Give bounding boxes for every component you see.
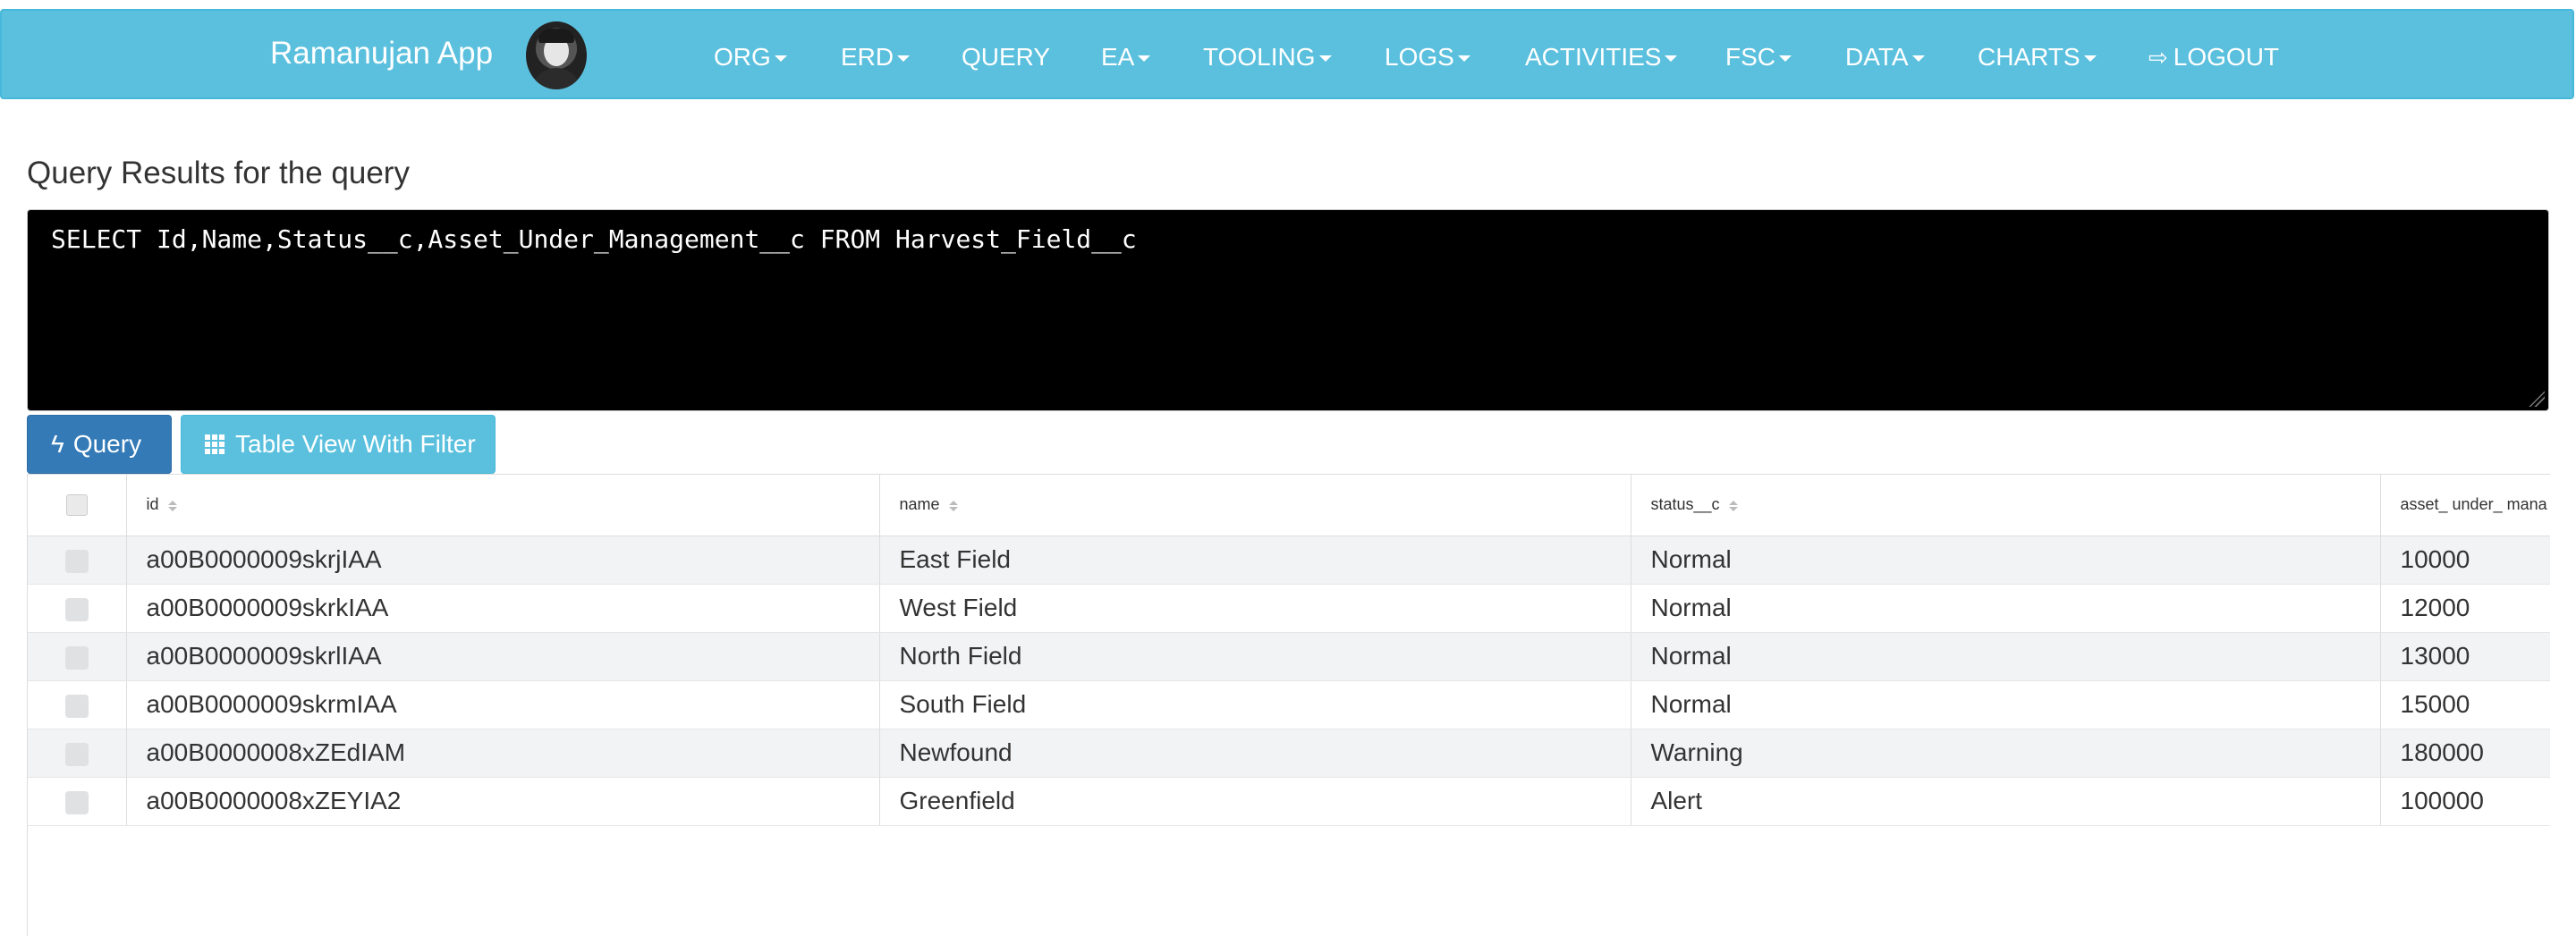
- cell-asset: 180000: [2380, 729, 2550, 778]
- cell-id: a00B0000009skrmIAA: [126, 680, 880, 729]
- cell-name: Newfound: [879, 729, 1631, 778]
- column-header-status[interactable]: status__c: [1631, 475, 2381, 536]
- caret-down-icon: [1457, 55, 1470, 63]
- cell-asset: 13000: [2380, 632, 2550, 681]
- caret-down-icon: [774, 55, 787, 63]
- nav-fsc[interactable]: FSC: [1725, 43, 1792, 72]
- logout-icon: ⇨: [2148, 44, 2168, 71]
- nav-erd[interactable]: ERD: [841, 43, 911, 72]
- cell-asset: 10000: [2380, 535, 2550, 585]
- column-header-asset-under-management[interactable]: asset_ under_ mana: [2380, 475, 2550, 536]
- nav-activities[interactable]: ACTIVITIES: [1525, 43, 1678, 72]
- cell-asset: 12000: [2380, 584, 2550, 633]
- cell-status: Normal: [1631, 535, 2381, 585]
- cell-id: a00B0000009skrkIAA: [126, 584, 880, 633]
- sort-icon: [1728, 500, 1738, 511]
- table-view-filter-button[interactable]: Table View With Filter: [181, 415, 496, 474]
- nav-tooling[interactable]: TOOLING: [1203, 43, 1332, 72]
- query-button[interactable]: ϟ Query: [27, 415, 172, 474]
- row-checkbox[interactable]: [64, 597, 89, 621]
- caret-down-icon: [1138, 55, 1151, 63]
- column-header-name[interactable]: name: [879, 475, 1631, 536]
- table-view-button-label: Table View With Filter: [235, 430, 476, 458]
- cell-asset: 15000: [2380, 680, 2550, 729]
- sort-icon: [167, 500, 177, 511]
- app-brand[interactable]: Ramanujan App: [270, 36, 493, 72]
- cell-name: Greenfield: [879, 777, 1631, 826]
- results-table-container[interactable]: id name status__c asset_ under_ mana a00…: [27, 474, 2550, 936]
- grid-icon: [205, 434, 225, 454]
- resize-handle[interactable]: [2529, 391, 2545, 407]
- query-button-label: Query: [72, 430, 142, 458]
- table-row[interactable]: a00B0000009skrmIAA South Field Normal 15…: [28, 680, 2550, 729]
- caret-down-icon: [1665, 55, 1678, 63]
- cell-id: a00B0000009skrlIAA: [126, 632, 880, 681]
- query-text[interactable]: SELECT Id,Name,Status__c,Asset_Under_Man…: [51, 224, 1137, 254]
- table-row[interactable]: a00B0000008xZEdIAM Newfound Warning 1800…: [28, 729, 2550, 778]
- table-row[interactable]: a00B0000009skrlIAA North Field Normal 13…: [28, 632, 2550, 681]
- sort-icon: [948, 500, 958, 511]
- row-checkbox[interactable]: [64, 645, 89, 670]
- nav-charts[interactable]: CHARTS: [1978, 43, 2097, 72]
- cell-id: a00B0000008xZEYIA2: [126, 777, 880, 826]
- row-checkbox[interactable]: [64, 742, 89, 766]
- select-all-cell: [28, 475, 127, 536]
- nav-ea[interactable]: EA: [1101, 43, 1151, 72]
- page-title: Query Results for the query: [27, 156, 410, 190]
- cell-status: Normal: [1631, 584, 2381, 633]
- table-header-row: id name status__c asset_ under_ mana: [28, 475, 2550, 536]
- cell-status: Normal: [1631, 632, 2381, 681]
- query-editor[interactable]: SELECT Id,Name,Status__c,Asset_Under_Man…: [27, 209, 2549, 411]
- cell-asset: 100000: [2380, 777, 2550, 826]
- table-row[interactable]: a00B0000009skrjIAA East Field Normal 100…: [28, 535, 2550, 585]
- column-header-id[interactable]: id: [126, 475, 880, 536]
- top-navbar: Ramanujan App ORG ERD QUERY EA TOOLING L…: [0, 9, 2574, 99]
- cell-name: East Field: [879, 535, 1631, 585]
- row-checkbox[interactable]: [64, 694, 89, 718]
- nav-query[interactable]: QUERY: [962, 43, 1050, 72]
- caret-down-icon: [1779, 55, 1792, 63]
- row-checkbox[interactable]: [64, 549, 89, 573]
- cell-id: a00B0000009skrjIAA: [126, 535, 880, 585]
- select-all-checkbox[interactable]: [65, 493, 88, 516]
- table-row[interactable]: a00B0000008xZEYIA2 Greenfield Alert 1000…: [28, 777, 2550, 826]
- cell-name: West Field: [879, 584, 1631, 633]
- nav-logout[interactable]: ⇨ LOGOUT: [2148, 43, 2279, 72]
- caret-down-icon: [2083, 55, 2097, 63]
- cell-status: Warning: [1631, 729, 2381, 778]
- nav-logs[interactable]: LOGS: [1385, 43, 1470, 72]
- nav-data[interactable]: DATA: [1845, 43, 1925, 72]
- cell-status: Normal: [1631, 680, 2381, 729]
- app-logo-portrait: [526, 21, 587, 89]
- cell-id: a00B0000008xZEdIAM: [126, 729, 880, 778]
- bolt-icon: ϟ: [51, 430, 64, 458]
- caret-down-icon: [897, 55, 911, 63]
- cell-status: Alert: [1631, 777, 2381, 826]
- caret-down-icon: [1318, 55, 1332, 63]
- table-row[interactable]: a00B0000009skrkIAA West Field Normal 120…: [28, 584, 2550, 633]
- cell-name: North Field: [879, 632, 1631, 681]
- cell-name: South Field: [879, 680, 1631, 729]
- nav-org[interactable]: ORG: [714, 43, 787, 72]
- row-checkbox[interactable]: [64, 790, 89, 814]
- caret-down-icon: [1911, 55, 1925, 63]
- results-table: id name status__c asset_ under_ mana a00…: [28, 475, 2550, 826]
